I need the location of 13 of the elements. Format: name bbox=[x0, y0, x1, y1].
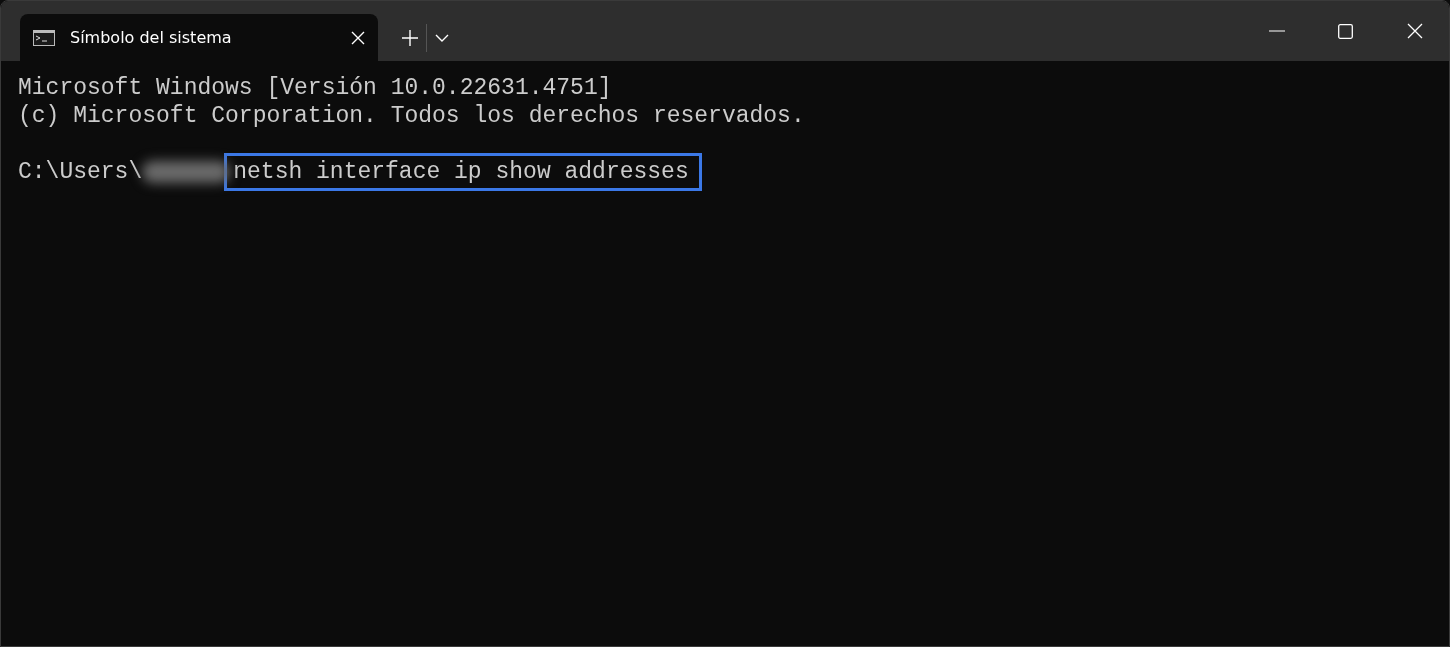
close-tab-button[interactable] bbox=[351, 30, 365, 45]
console-output-line: (c) Microsoft Corporation. Todos los derechos reservados. bbox=[18, 102, 805, 130]
close-icon[interactable] bbox=[1406, 23, 1423, 39]
minimize-icon[interactable] bbox=[1268, 30, 1285, 32]
tab-title: Símbolo del sistema bbox=[70, 28, 233, 47]
new-tab-button[interactable] bbox=[402, 29, 418, 46]
terminal-icon bbox=[33, 29, 55, 46]
console-output-line: Microsoft Windows [Versión 10.0.22631.4751] bbox=[18, 74, 612, 102]
command-text: netsh interface ip show addresses bbox=[224, 153, 702, 191]
dropdown-button[interactable] bbox=[435, 33, 449, 42]
command-prompt: C:\Users\ bbox=[18, 158, 143, 186]
maximize-icon[interactable] bbox=[1338, 23, 1353, 39]
tab[interactable]: Símbolo del sistema bbox=[20, 14, 378, 61]
